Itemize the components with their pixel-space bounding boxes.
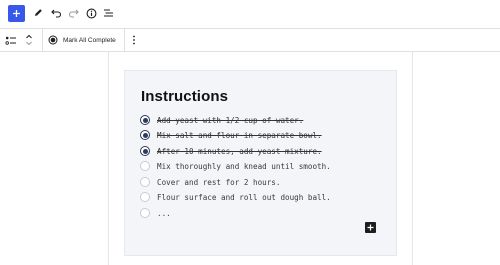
checked-radio-icon[interactable]	[140, 146, 150, 156]
mark-all-complete-label: Mark All Complete	[63, 36, 116, 44]
toolbar-separator	[42, 29, 43, 51]
unchecked-radio-icon[interactable]	[140, 161, 150, 171]
vertical-ellipsis-icon[interactable]	[127, 33, 141, 47]
checklist-item-text: ...	[157, 208, 171, 218]
checklist-item[interactable]: Add yeast with 1/2 cup of water.	[140, 113, 303, 127]
checklist-block-icon[interactable]	[4, 33, 18, 47]
card-title: Instructions	[141, 88, 229, 105]
checklist-item[interactable]: Flour surface and roll out dough ball.	[140, 190, 331, 204]
checklist-item-text: Add yeast with 1/2 cup of water.	[157, 115, 304, 125]
top-toolbar	[0, 0, 500, 28]
canvas-frame-left	[108, 52, 109, 265]
mark-all-complete-button[interactable]: Mark All Complete	[48, 33, 116, 47]
add-block-button[interactable]	[365, 222, 376, 233]
move-up-down-icon[interactable]	[22, 32, 36, 48]
checklist-item-text: Mix salt and flour in separate bowl.	[157, 130, 322, 140]
checked-radio-icon[interactable]	[140, 115, 150, 125]
unchecked-radio-icon[interactable]	[140, 192, 150, 202]
record-icon	[48, 35, 58, 45]
checklist-item-text: Mix thoroughly and knead until smooth.	[157, 161, 331, 171]
pencil-icon[interactable]	[31, 6, 45, 20]
checklist-item-text: After 10 minutes, add yeast mixture.	[157, 146, 322, 156]
checklist-item[interactable]: Cover and rest for 2 hours.	[140, 175, 280, 189]
list-view-icon[interactable]	[101, 6, 115, 20]
undo-icon[interactable]	[49, 6, 63, 20]
checklist-item[interactable]: Mix thoroughly and knead until smooth.	[140, 159, 331, 173]
canvas-frame-right	[412, 52, 413, 265]
redo-icon[interactable]	[66, 6, 80, 20]
unchecked-radio-icon[interactable]	[140, 208, 150, 218]
toolbar-separator	[124, 29, 125, 51]
checklist-item[interactable]: ...	[140, 206, 171, 220]
info-icon[interactable]	[84, 6, 98, 20]
instructions-card: Instructions Add yeast with 1/2 cup of w…	[124, 70, 397, 256]
add-block-button[interactable]	[8, 5, 25, 22]
checklist-item-text: Flour surface and roll out dough ball.	[157, 192, 331, 202]
unchecked-radio-icon[interactable]	[140, 177, 150, 187]
checklist-item-text: Cover and rest for 2 hours.	[157, 177, 281, 187]
plus-icon	[367, 224, 374, 231]
checked-radio-icon[interactable]	[140, 130, 150, 140]
checklist-item[interactable]: After 10 minutes, add yeast mixture.	[140, 144, 322, 158]
plus-icon	[13, 10, 20, 17]
checklist-item[interactable]: Mix salt and flour in separate bowl.	[140, 128, 322, 142]
